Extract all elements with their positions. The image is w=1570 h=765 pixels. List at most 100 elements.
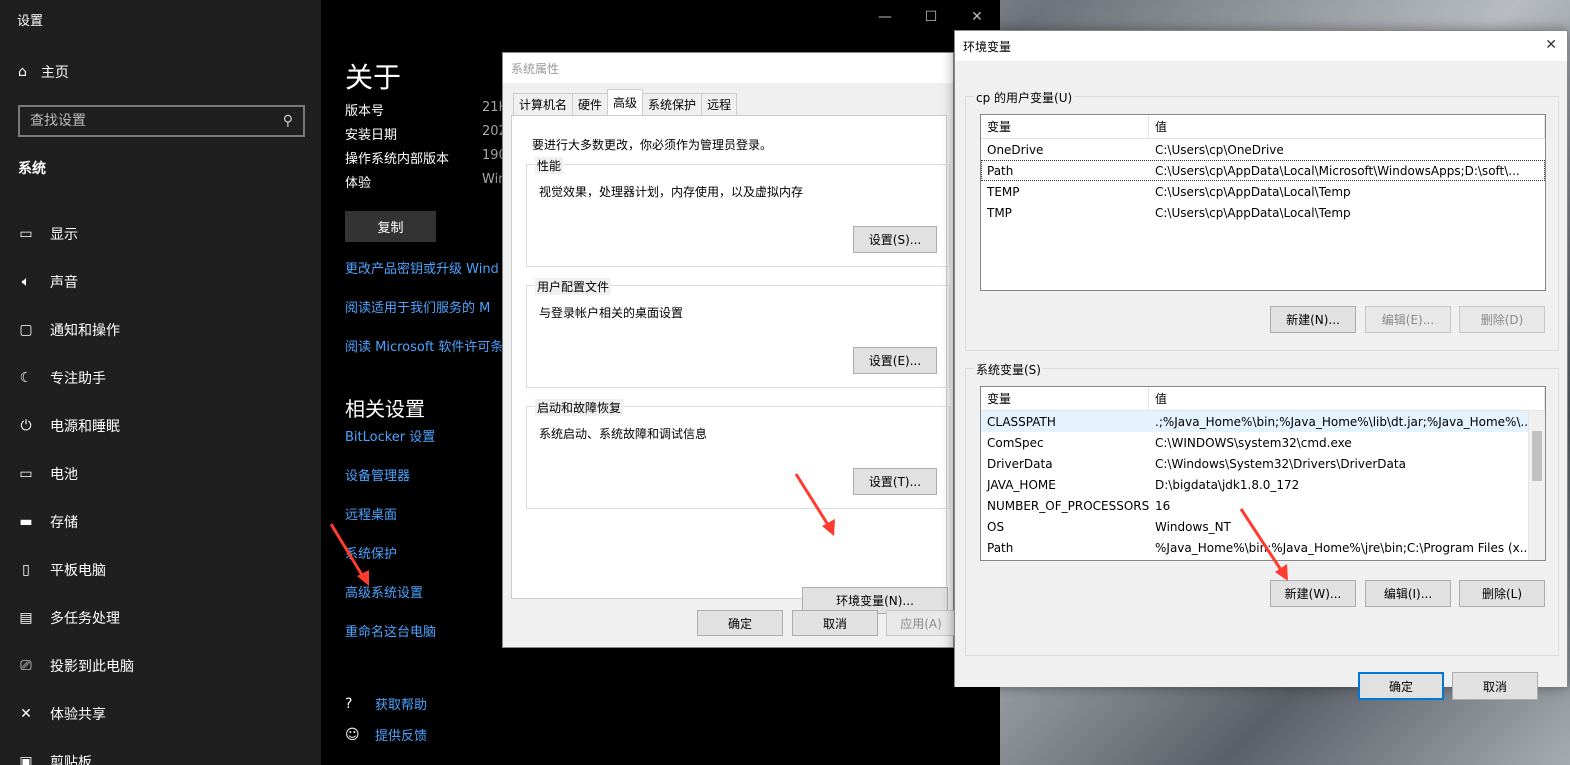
table-row[interactable]: TMP C:\Users\cp\AppData\Local\Temp <box>981 202 1545 223</box>
group-settings-button[interactable]: 设置(E)... <box>853 347 937 374</box>
minimize-icon[interactable]: — <box>862 0 908 34</box>
system-variables-label: 系统变量(S) <box>974 361 1043 378</box>
group-label: 性能 <box>535 157 564 174</box>
col-variable[interactable]: 变量 <box>981 387 1149 411</box>
env-body: cp 的用户变量(U) 变量 值 OneDrive C:\Users\cp\One… <box>955 61 1567 700</box>
col-value[interactable]: 值 <box>1149 387 1545 411</box>
delete-button[interactable]: 删除(D) <box>1459 306 1545 333</box>
table-row[interactable]: OneDrive C:\Users\cp\OneDrive <box>981 139 1545 160</box>
nav-item-label: 多任务处理 <box>50 611 120 627</box>
edit-button[interactable]: 编辑(I)... <box>1365 580 1451 607</box>
user-variables-list[interactable]: 变量 值 OneDrive C:\Users\cp\OneDrive Path C:\… <box>980 114 1546 291</box>
nav-item[interactable]: ⏻ 电源和睡眠 <box>18 402 134 450</box>
table-row[interactable]: NUMBER_OF_PROCESSORS 16 <box>981 495 1528 516</box>
nav-home[interactable]: ⌂ 主页 <box>18 62 69 82</box>
search-icon[interactable]: ⚲ <box>283 113 293 129</box>
close-icon[interactable]: ✕ <box>1545 37 1557 53</box>
copy-button[interactable]: 复制 <box>345 211 436 242</box>
nav-item[interactable]: ▭ 显示 <box>18 210 134 258</box>
spec-key: 体验 <box>345 176 372 191</box>
edit-button[interactable]: 编辑(E)... <box>1365 306 1451 333</box>
new-button[interactable]: 新建(W)... <box>1270 580 1356 607</box>
group-settings-button[interactable]: 设置(S)... <box>853 226 937 253</box>
variable-value: C:\Users\cp\AppData\Local\Microsoft\Wind… <box>1155 163 1520 178</box>
search-input[interactable] <box>30 113 283 129</box>
table-row[interactable]: CLASSPATH .;%Java_Home%\bin;%Java_Home%\l… <box>981 411 1528 432</box>
nav-item-label: 专注助手 <box>50 371 106 387</box>
related-link[interactable]: 高级系统设置 <box>345 582 436 621</box>
related-link[interactable]: 远程桌面 <box>345 504 436 543</box>
env-cancel-button[interactable]: 取消 <box>1452 672 1538 700</box>
cancel-button[interactable]: 取消 <box>792 610 878 636</box>
nav-item[interactable]: ☾ 专注助手 <box>18 354 134 402</box>
nav-item-label: 体验共享 <box>50 707 106 723</box>
speaker-icon: 🔈︎ <box>21 274 31 290</box>
group-description: 系统启动、系统故障和调试信息 <box>539 427 708 441</box>
window-title: 设置 <box>17 14 44 29</box>
col-value[interactable]: 值 <box>1149 115 1545 139</box>
spec-key: 安装日期 <box>345 128 398 143</box>
variable-name: Path <box>987 540 1014 555</box>
group-description: 视觉效果，处理器计划，内存使用，以及虚拟内存 <box>539 185 804 199</box>
group-settings-button[interactable]: 设置(T)... <box>853 468 937 495</box>
nav-item-label: 通知和操作 <box>50 323 120 339</box>
nav-item[interactable]: ▭ 电池 <box>18 450 134 498</box>
help-link[interactable]: ☺ 提供反馈 <box>345 719 427 750</box>
help-link-label: 获取帮助 <box>375 698 428 713</box>
help-link[interactable]: ? 获取帮助 <box>345 688 427 719</box>
delete-button[interactable]: 删除(L) <box>1459 580 1545 607</box>
related-link[interactable]: 重命名这台电脑 <box>345 621 436 660</box>
variable-value: C:\Windows\System32\Drivers\DriverData <box>1155 456 1406 471</box>
scrollbar-thumb[interactable] <box>1532 431 1542 481</box>
nav-item-label: 投影到此电脑 <box>50 659 134 675</box>
tab-4[interactable]: 远程 <box>701 93 738 115</box>
related-link[interactable]: 设备管理器 <box>345 465 436 504</box>
table-row[interactable]: DriverData C:\Windows\System32\Drivers\Dr… <box>981 453 1528 474</box>
table-row[interactable]: TEMP C:\Users\cp\AppData\Local\Temp <box>981 181 1545 202</box>
about-links: 更改产品密钥或升级 Wind 阅读适用于我们服务的 M 阅读 Microsoft 软… <box>345 258 503 375</box>
table-row[interactable]: Path %Java_Home%\bin;%Java_Home%\jre\bin;… <box>981 537 1528 558</box>
maximize-icon[interactable]: ☐ <box>908 0 954 34</box>
table-row[interactable]: OS Windows_NT <box>981 516 1528 537</box>
variable-value: C:\Users\cp\AppData\Local\Temp <box>1155 205 1351 220</box>
table-row[interactable]: JAVA_HOME D:\bigdata\jdk1.8.0_172 <box>981 474 1528 495</box>
nav-item[interactable]: ⎚ 投影到此电脑 <box>18 642 134 690</box>
about-link[interactable]: 更改产品密钥或升级 Wind <box>345 258 503 297</box>
table-row[interactable]: ComSpec C:\WINDOWS\system32\cmd.exe <box>981 432 1528 453</box>
dialog-title-text: 环境变量 <box>963 39 1012 54</box>
nav-item[interactable]: ▬ 存储 <box>18 498 134 546</box>
user-variables-label: cp 的用户变量(U) <box>974 89 1075 106</box>
new-button[interactable]: 新建(N)... <box>1270 306 1356 333</box>
variable-value: 16 <box>1155 498 1171 513</box>
nav-item-label: 电池 <box>50 467 78 483</box>
tab-1[interactable]: 硬件 <box>572 93 609 115</box>
nav-item[interactable]: ✕ 体验共享 <box>18 690 134 738</box>
vertical-scrollbar[interactable] <box>1528 411 1545 560</box>
nav-item[interactable]: ▤ 多任务处理 <box>18 594 134 642</box>
nav-item[interactable]: ▢ 通知和操作 <box>18 306 134 354</box>
spec-key: 版本号 <box>345 104 385 119</box>
related-link[interactable]: BitLocker 设置 <box>345 426 436 465</box>
ok-button[interactable]: 确定 <box>697 610 783 636</box>
settings-search[interactable]: ⚲ <box>18 105 305 137</box>
window-caption-buttons: — ☐ ✕ <box>862 0 1000 34</box>
nav-item-label: 存储 <box>50 515 78 531</box>
tab-3[interactable]: 系统保护 <box>642 93 703 115</box>
about-link[interactable]: 阅读适用于我们服务的 M <box>345 297 503 336</box>
col-variable[interactable]: 变量 <box>981 115 1149 139</box>
nav-item[interactable]: ▯ 平板电脑 <box>18 546 134 594</box>
apply-button[interactable]: 应用(A) <box>886 610 956 636</box>
about-link[interactable]: 阅读 Microsoft 软件许可条 <box>345 336 503 375</box>
nav-item[interactable]: ▣ 剪贴板 <box>18 738 134 765</box>
system-variables-list[interactable]: 变量 值 CLASSPATH .;%Java_Home%\bin;%Java_Ho… <box>980 386 1546 561</box>
env-ok-button[interactable]: 确定 <box>1358 672 1444 700</box>
nav-item[interactable]: 🔈︎ 声音 <box>18 258 134 306</box>
tab-2[interactable]: 高级 <box>607 89 644 115</box>
environment-variables-dialog: 环境变量 ✕ cp 的用户变量(U) 变量 值 OneDrive C:\Users… <box>954 30 1568 700</box>
close-icon[interactable]: ✕ <box>954 0 1000 34</box>
related-link[interactable]: 系统保护 <box>345 543 436 582</box>
tab-0[interactable]: 计算机名 <box>513 93 574 115</box>
storage-icon: ▬ <box>19 514 33 530</box>
section-label: 系统 <box>18 161 46 177</box>
table-row[interactable]: Path C:\Users\cp\AppData\Local\Microsoft\… <box>981 160 1545 181</box>
